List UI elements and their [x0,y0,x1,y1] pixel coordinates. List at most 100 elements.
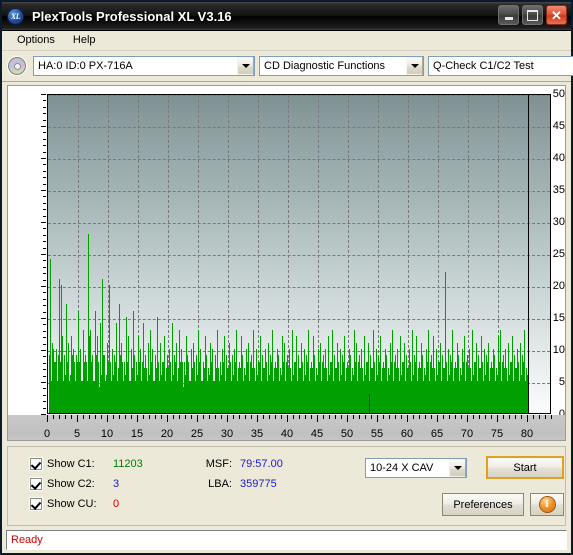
x-axis-minor-tick [461,415,462,419]
status-text: Ready [11,534,43,546]
menu-item-options[interactable]: Options [8,32,64,49]
show-cu-checkbox[interactable] [30,498,42,510]
x-axis-minor-tick [209,415,210,419]
drive-select-arrow[interactable] [236,57,254,75]
speed-select-arrow[interactable] [448,459,466,477]
y-axis-minor-tick [43,330,46,332]
x-axis-minor-tick [161,415,162,419]
y-axis-minor-tick [43,362,46,364]
y-axis-minor-tick [43,209,46,211]
y-axis-minor-tick [43,266,46,268]
x-axis-minor-tick [329,415,330,419]
x-axis-minor-tick [185,415,186,419]
error-bar-c1 [525,368,527,413]
x-axis-tick-mark [47,415,48,422]
minimize-button[interactable] [498,5,519,25]
maximize-button[interactable] [522,5,543,25]
y-axis-tick-mark [41,382,46,383]
function-select-arrow[interactable] [405,57,423,75]
show-cu-label: Show CU: [47,498,97,510]
x-axis-minor-tick [269,415,270,419]
x-axis-minor-tick [419,415,420,419]
show-c1-checkbox[interactable] [30,458,42,470]
x-axis-minor-tick [125,415,126,419]
x-axis-minor-tick [53,415,54,419]
drive-select-value: HA:0 ID:0 PX-716A [38,60,133,72]
y-axis-tick-mark [41,286,46,287]
y-axis-minor-tick [43,388,46,390]
lba-value: 359775 [240,478,277,490]
function-select-value: CD Diagnostic Functions [264,60,386,72]
y-axis-minor-tick [43,145,46,147]
x-axis-minor-tick [233,415,234,419]
y-axis-minor-tick [43,228,46,230]
start-button[interactable]: Start [486,456,564,479]
x-axis-minor-tick [509,415,510,419]
plot-area [47,94,551,414]
y-axis-minor-tick [43,401,46,403]
x-axis-tick-label: 10 [100,428,114,440]
y-axis-minor-tick [43,177,46,179]
x-axis-minor-tick [455,415,456,419]
x-axis-minor-tick [473,415,474,419]
y-axis-minor-tick [43,241,46,243]
x-axis-minor-tick [83,415,84,419]
y-axis-tick-mark [41,126,46,127]
y-axis-minor-tick [43,234,46,236]
plextools-xl-logo-icon: XL [7,7,24,25]
x-axis-minor-tick [119,415,120,419]
chart-area: 0 5 10 15 20 25 30 35 40 45 50 0 5 10 15 20 25 30 35 40 45 5… [8,86,565,440]
x-axis-band: 0 5 10 15 20 25 30 35 40 45 50 55 60 65 70 75 80 [8,415,565,440]
x-axis-minor-tick [59,415,60,419]
x-axis-minor-tick [551,415,552,419]
x-axis-minor-tick [71,415,72,419]
x-axis-minor-tick [221,415,222,419]
function-select[interactable]: CD Diagnostic Functions [259,56,424,76]
x-axis-minor-tick [545,415,546,419]
x-axis-minor-tick [281,415,282,419]
window-title: PlexTools Professional XL V3.16 [32,8,232,24]
x-axis-minor-tick [311,415,312,419]
x-axis-tick-mark [257,415,258,422]
y-axis-minor-tick [43,375,46,377]
x-axis-tick-mark [497,415,498,422]
test-select[interactable]: Q-Check C1/C2 Test [428,56,573,76]
preferences-button[interactable]: Preferences [442,493,524,516]
y-axis-minor-tick [43,215,46,217]
y-axis-minor-tick [43,292,46,294]
speed-select-value: 10-24 X CAV [370,462,434,474]
show-c1-row[interactable]: Show C1: 11203 [30,458,143,470]
x-axis-minor-tick [389,415,390,419]
x-axis-minor-tick [95,415,96,419]
y-axis-minor-tick [43,196,46,198]
x-axis-minor-tick [449,415,450,419]
x-axis-tick-mark [377,415,378,422]
x-axis-minor-tick [263,415,264,419]
x-axis-minor-tick [113,415,114,419]
x-axis-tick-mark [287,415,288,422]
y-axis-minor-tick [43,324,46,326]
y-axis-minor-tick [43,170,46,172]
menu-item-help[interactable]: Help [64,32,105,49]
y-axis-minor-tick [43,394,46,396]
x-axis-minor-tick [215,415,216,419]
x-axis-minor-tick [173,415,174,419]
x-axis-tick-label: 50 [340,428,354,440]
show-c2-row[interactable]: Show C2: 3 [30,478,119,490]
show-cu-row[interactable]: Show CU: 0 [30,498,119,510]
x-axis-minor-tick [239,415,240,419]
speed-select[interactable]: 10-24 X CAV [365,458,467,478]
y-axis-minor-tick [43,305,46,307]
x-axis-tick-mark [347,415,348,422]
close-button[interactable]: ✕ [546,5,567,25]
x-axis-tick-mark [77,415,78,422]
c1-error-count: 11203 [113,458,143,470]
info-button[interactable]: i [530,493,564,516]
test-select-value: Q-Check C1/C2 Test [433,60,534,72]
drive-select[interactable]: HA:0 ID:0 PX-716A [33,56,255,76]
y-axis-tick-mark [41,190,46,191]
show-c2-checkbox[interactable] [30,478,42,490]
chevron-down-icon [453,466,462,470]
x-axis-minor-tick [131,415,132,419]
y-axis-tick-mark [41,94,46,95]
